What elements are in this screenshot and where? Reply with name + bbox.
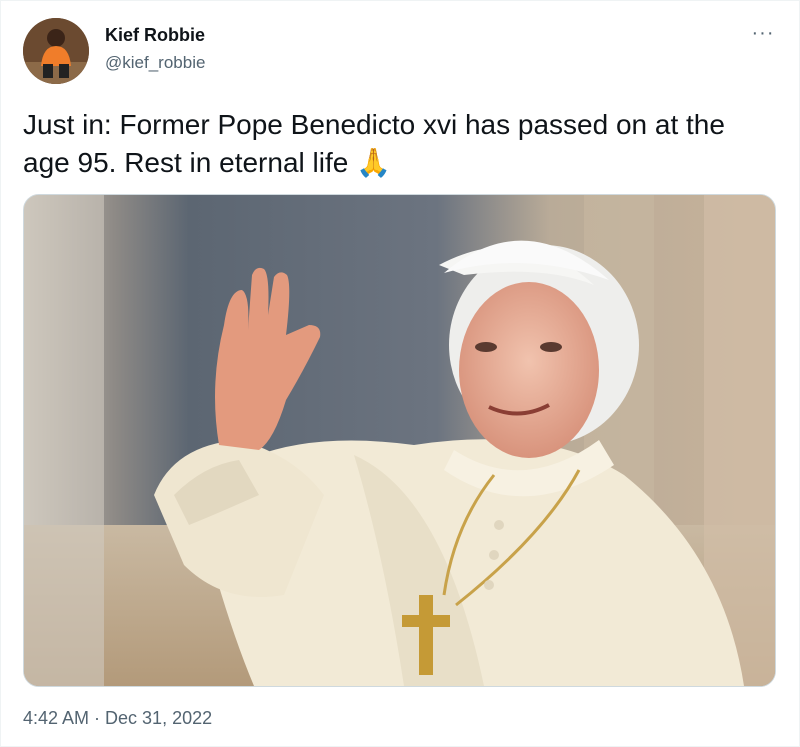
author-handle[interactable]: @kief_robbie — [105, 53, 205, 73]
author-name[interactable]: Kief Robbie — [105, 25, 205, 46]
tweet-media-image[interactable] — [23, 194, 776, 687]
avatar[interactable] — [23, 18, 89, 84]
tweet-text: Just in: Former Pope Benedicto xvi has p… — [23, 109, 725, 178]
tweet-timestamp[interactable]: 4:42 AM · Dec 31, 2022 — [23, 708, 212, 729]
more-icon[interactable]: ··· — [749, 22, 777, 44]
tweet-card: Kief Robbie @kief_robbie ··· Just in: Fo… — [0, 0, 800, 747]
